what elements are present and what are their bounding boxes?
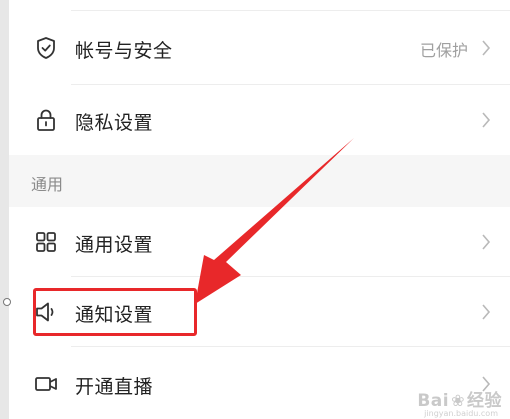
divider [71,10,510,11]
divider [71,84,510,85]
section-header-general: 通用 [9,155,510,207]
watermark-logo: Bai ❀ 经验 [417,386,502,411]
row-general-settings[interactable]: 通用设置 [9,216,510,268]
row-label: 通用设置 [75,234,154,256]
settings-list: 帐号与安全 已保护 隐私设置 通用 通用设置 通知设置 开通直播 [9,0,510,419]
row-privacy-settings[interactable]: 隐私设置 [9,94,510,146]
paw-icon: ❀ [451,391,465,410]
chevron-right-icon [478,300,494,324]
watermark-url: jingyan.baidu.com [424,409,498,418]
chevron-right-icon [478,36,494,60]
lock-icon [31,105,61,135]
highlight-box [33,288,197,336]
watermark-text-2: 经验 [467,391,502,411]
row-label: 开通直播 [75,376,154,398]
shield-check-icon [31,33,61,63]
watermark-text: Bai [417,391,450,411]
left-edge-bar [0,0,9,419]
chevron-right-icon [478,108,494,132]
divider [71,276,510,277]
chevron-right-icon [478,230,494,254]
grid-icon [31,227,61,257]
section-title: 通用 [31,175,64,194]
row-label: 隐私设置 [75,112,154,134]
row-account-security[interactable]: 帐号与安全 已保护 [9,22,510,74]
row-label: 帐号与安全 [75,40,173,62]
video-camera-icon [31,369,61,399]
divider [71,346,510,347]
status-value: 已保护 [419,41,468,60]
